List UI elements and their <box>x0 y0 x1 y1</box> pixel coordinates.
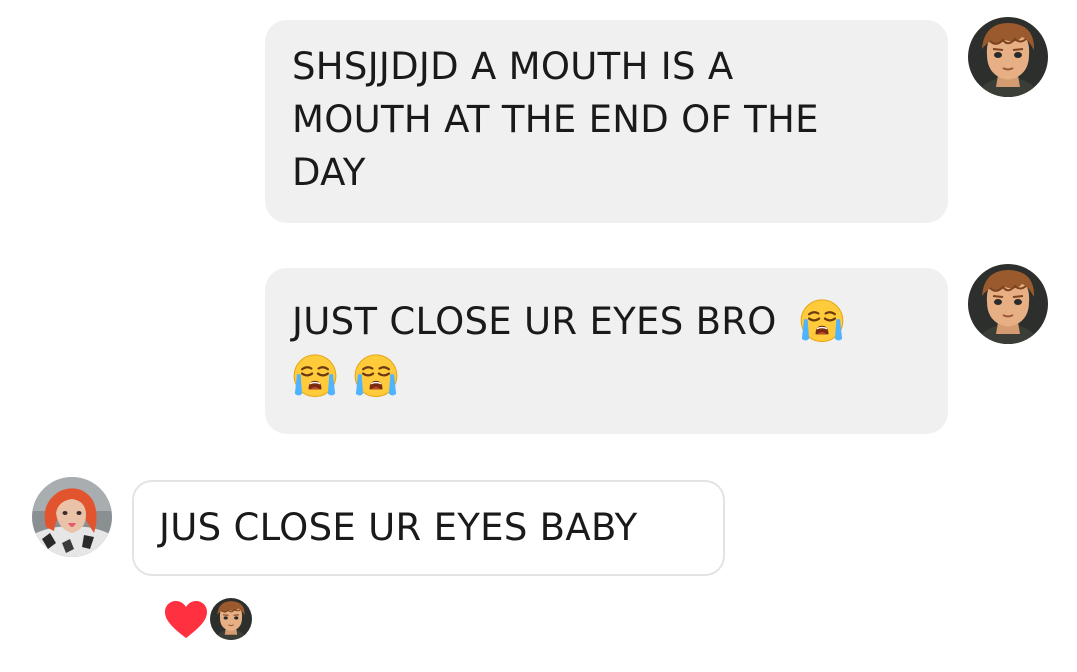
loudly-crying-face-icon <box>799 297 845 343</box>
loudly-crying-face-icon <box>292 352 338 398</box>
heart-icon <box>165 601 207 638</box>
message-text: JUS CLOSE UR EYES BABY <box>159 506 638 549</box>
message-text-row: JUST CLOSE UR EYES BRO <box>292 295 924 348</box>
loudly-crying-face-icon <box>353 352 399 398</box>
boy-with-brown-hair-avatar-icon[interactable] <box>968 17 1048 97</box>
message-text-line: JUST CLOSE UR EYES BRO <box>292 300 777 343</box>
message-bubble[interactable]: JUS CLOSE UR EYES BABY <box>132 480 725 576</box>
emoji-row <box>292 350 924 403</box>
message-reactions[interactable] <box>164 598 264 644</box>
message-text-line: MOUTH AT THE END OF THE <box>292 98 819 141</box>
message-text-line: SHSJJDJD A MOUTH IS A <box>292 45 734 88</box>
red-haired-girl-avatar-icon[interactable] <box>32 477 112 557</box>
boy-with-brown-hair-avatar-icon <box>210 598 252 640</box>
boy-with-brown-hair-avatar-icon[interactable] <box>968 264 1048 344</box>
message-bubble[interactable]: JUST CLOSE UR EYES BRO <box>265 268 948 434</box>
message-bubble[interactable]: SHSJJDJD A MOUTH IS A MOUTH AT THE END O… <box>265 20 948 223</box>
message-text-line: DAY <box>292 151 366 194</box>
